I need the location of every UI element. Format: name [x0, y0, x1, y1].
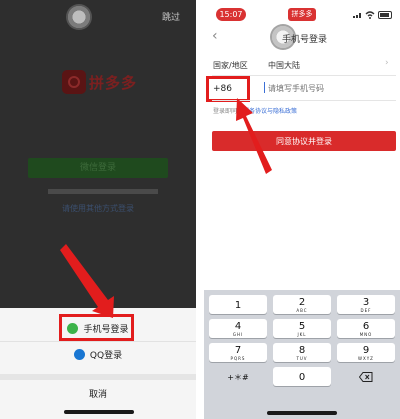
skip-button[interactable]: 跳过: [162, 10, 180, 23]
key-5[interactable]: 5 JKL: [273, 319, 331, 338]
text-cursor: [264, 82, 265, 93]
qq-login-label: QQ登录: [89, 350, 123, 361]
status-app-badge: 拼多多: [288, 8, 316, 21]
policy-text: 登录即同意服务协议与隐私政策: [213, 106, 297, 115]
qq-icon: [73, 348, 85, 360]
key-3[interactable]: 3 DEF: [337, 295, 395, 314]
region-label: 国家/地区: [213, 61, 248, 70]
page-title: 手机号登录: [282, 35, 328, 45]
wifi-icon: [365, 11, 375, 19]
divider: [212, 100, 396, 101]
region-select[interactable]: 中国大陆: [268, 60, 300, 71]
app-logo-icon: [62, 70, 86, 94]
key-9[interactable]: 9 WXYZ: [337, 343, 395, 362]
highlight-box-phone-login: [59, 314, 134, 341]
assistive-touch-button[interactable]: [66, 4, 92, 30]
cancel-label: 取消: [88, 389, 107, 400]
left-phone-screen: 跳过 拼多多 微信登录 请使用其他方式登录 手机号登录 QQ登录 取消: [0, 0, 196, 419]
key-0[interactable]: 0: [273, 367, 331, 386]
policy-prefix: 登录即同意: [213, 108, 244, 115]
wechat-login-button[interactable]: 微信登录: [28, 158, 168, 178]
home-indicator: [64, 410, 134, 414]
battery-icon: [378, 11, 392, 19]
numeric-keypad: 1 2 ABC 3 DEF 4 GHI 5 JKL 6 MNO 7 PQRS 8 TUV 9W…: [204, 290, 400, 419]
backspace-key[interactable]: [337, 367, 395, 386]
key-4[interactable]: 4 GHI: [209, 319, 267, 338]
chevron-right-icon[interactable]: ›: [385, 58, 389, 68]
phone-number-input[interactable]: [264, 80, 384, 96]
policy-link[interactable]: 服务协议与隐私政策: [243, 108, 297, 115]
status-time: 15:07: [216, 8, 246, 21]
other-methods-link[interactable]: 请使用其他方式登录: [62, 203, 134, 214]
highlight-box-country-code: [206, 76, 250, 102]
dimmed-backdrop[interactable]: [0, 0, 196, 310]
home-indicator: [267, 411, 337, 415]
key-symbols[interactable]: +＊#: [209, 367, 267, 386]
dimmed-text-line: [48, 189, 158, 194]
agree-and-login-button[interactable]: 同意协议并登录: [212, 131, 396, 151]
right-phone-screen: 15:07 拼多多 ‹ 手机号登录 国家/地区 中国大陆 › +86 登录即同意…: [204, 0, 400, 419]
key-8[interactable]: 8 TUV: [273, 343, 331, 362]
cancel-button[interactable]: 取消: [0, 374, 196, 406]
key-6[interactable]: 6 MNO: [337, 319, 395, 338]
key-7[interactable]: 7 PQRS: [209, 343, 267, 362]
key-1[interactable]: 1: [209, 295, 267, 314]
qq-login-option[interactable]: QQ登录: [0, 341, 196, 367]
backspace-icon: [358, 372, 373, 382]
brand-name: 拼多多: [89, 74, 138, 92]
signal-icon: [353, 13, 361, 18]
back-chevron-icon[interactable]: ‹: [212, 28, 218, 44]
key-2[interactable]: 2 ABC: [273, 295, 331, 314]
